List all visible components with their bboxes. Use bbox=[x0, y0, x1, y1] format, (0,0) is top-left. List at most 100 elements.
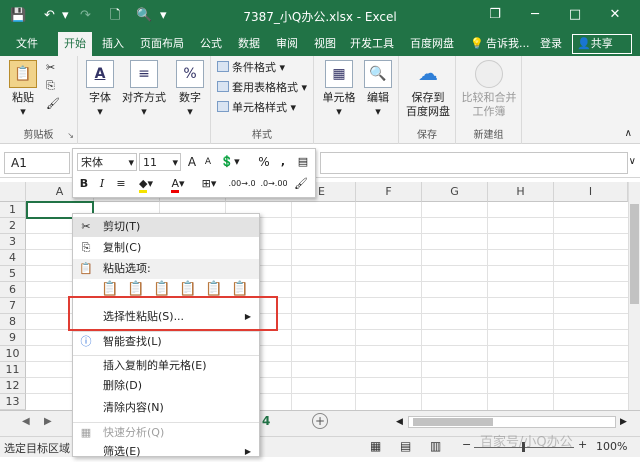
align-center-icon[interactable]: ≡ bbox=[113, 175, 129, 193]
row-header[interactable]: 13 bbox=[0, 394, 26, 410]
cut-icon[interactable]: ✂ bbox=[46, 60, 55, 76]
shrink-font-button[interactable]: A bbox=[201, 153, 215, 171]
tab-data[interactable]: 数据 bbox=[232, 32, 266, 56]
alignment-button[interactable]: ≡ 对齐方式 ▾ bbox=[120, 60, 168, 119]
row-header[interactable]: 7 bbox=[0, 298, 26, 314]
paste-formulas-icon[interactable]: 📋 bbox=[153, 281, 170, 297]
next-sheet-icon[interactable]: ▶ bbox=[44, 416, 52, 427]
row-header[interactable]: 12 bbox=[0, 378, 26, 394]
col-header[interactable]: I bbox=[554, 182, 628, 202]
italic-button[interactable]: I bbox=[95, 175, 109, 193]
font-button[interactable]: A 字体 ▾ bbox=[84, 60, 116, 119]
login-link[interactable]: 登录 bbox=[540, 32, 562, 56]
row-header[interactable]: 4 bbox=[0, 250, 26, 266]
tell-me-input[interactable]: 告诉我... bbox=[486, 32, 530, 56]
grow-font-button[interactable]: A bbox=[185, 153, 199, 171]
maximize-button[interactable]: □ bbox=[562, 5, 588, 25]
decrease-decimal-button[interactable]: .0→.00 bbox=[259, 175, 289, 193]
zoom-out-icon[interactable]: − bbox=[462, 438, 471, 451]
paste-formatting-icon[interactable]: 📋 bbox=[205, 281, 222, 297]
add-sheet-button[interactable]: + bbox=[312, 413, 328, 429]
save-to-netdisk-button[interactable]: ☁ 保存到 百度网盘 bbox=[403, 60, 453, 119]
menu-item-delete[interactable]: 删除(D) bbox=[73, 376, 259, 396]
prev-sheet-icon[interactable]: ◀ bbox=[22, 416, 30, 427]
close-button[interactable]: ✕ bbox=[602, 5, 628, 25]
tab-view[interactable]: 视图 bbox=[308, 32, 342, 56]
increase-decimal-button[interactable]: .00→.0 bbox=[227, 175, 257, 193]
copy-icon[interactable]: ⎘ bbox=[46, 78, 55, 94]
row-header[interactable]: 9 bbox=[0, 330, 26, 346]
paste-transpose-icon[interactable]: 📋 bbox=[179, 281, 196, 297]
ribbon-display-icon[interactable]: ❐ bbox=[482, 5, 508, 25]
zoom-in-icon[interactable]: + bbox=[578, 438, 587, 451]
tab-file[interactable]: 文件 bbox=[10, 32, 44, 56]
row-header[interactable]: 8 bbox=[0, 314, 26, 330]
menu-item-insert-copied[interactable]: 插入复制的单元格(E) bbox=[73, 355, 259, 375]
row-header[interactable]: 11 bbox=[0, 362, 26, 378]
number-button[interactable]: % 数字 ▾ bbox=[174, 60, 206, 119]
paste-icon[interactable]: 📋 bbox=[101, 281, 118, 297]
h-scroll-thumb[interactable] bbox=[413, 418, 493, 426]
format-cells-icon[interactable]: ▤ bbox=[295, 153, 311, 171]
normal-view-icon[interactable]: ▦ bbox=[370, 439, 381, 453]
menu-item-cut[interactable]: ✂ 剪切(T) bbox=[73, 217, 259, 237]
tab-formulas[interactable]: 公式 bbox=[194, 32, 228, 56]
accounting-format-icon[interactable]: 💲▾ bbox=[219, 153, 241, 171]
font-size-combo[interactable]: 11 ▾ bbox=[139, 153, 181, 171]
font-color-button[interactable]: A▾ bbox=[165, 175, 191, 193]
row-header[interactable]: 2 bbox=[0, 218, 26, 234]
expand-formula-icon[interactable]: ∨ bbox=[629, 156, 636, 167]
horizontal-scrollbar[interactable] bbox=[408, 416, 616, 428]
name-box[interactable]: A1 bbox=[4, 152, 70, 174]
paste-link-icon[interactable]: 📋 bbox=[231, 281, 248, 297]
bold-button[interactable]: B bbox=[77, 175, 91, 193]
menu-item-copy[interactable]: ⎘ 复制(C) bbox=[73, 238, 259, 258]
cell-styles-button[interactable]: 单元格样式 ▾ bbox=[217, 100, 296, 116]
tab-insert[interactable]: 插入 bbox=[96, 32, 130, 56]
borders-button[interactable]: ⊞▾ bbox=[197, 175, 221, 193]
dialog-launcher-icon[interactable]: ↘ bbox=[67, 131, 74, 140]
format-painter-icon[interactable]: 🖌 bbox=[46, 96, 60, 112]
col-header[interactable]: F bbox=[356, 182, 422, 202]
share-button[interactable]: 👤共享 bbox=[572, 34, 632, 54]
paste-values-icon[interactable]: 📋 bbox=[127, 281, 144, 297]
paste-button[interactable]: 📋 粘贴 ▾ bbox=[8, 60, 38, 119]
scroll-left-icon[interactable]: ◀ bbox=[396, 417, 403, 427]
minimize-button[interactable]: ─ bbox=[522, 5, 548, 25]
page-break-view-icon[interactable]: ▥ bbox=[430, 439, 441, 453]
vertical-scrollbar[interactable] bbox=[628, 182, 640, 410]
editing-button[interactable]: 🔍 编辑 ▾ bbox=[362, 60, 394, 119]
col-header[interactable]: G bbox=[422, 182, 488, 202]
percent-button[interactable]: % bbox=[257, 153, 271, 171]
row-header[interactable]: 1 bbox=[0, 202, 26, 218]
page-layout-view-icon[interactable]: ▤ bbox=[400, 439, 411, 453]
formula-input[interactable] bbox=[320, 152, 628, 174]
comma-button[interactable]: , bbox=[277, 153, 289, 171]
tab-page-layout[interactable]: 页面布局 bbox=[134, 32, 190, 56]
font-name-combo[interactable]: 宋体 ▾ bbox=[77, 153, 137, 171]
row-header[interactable]: 5 bbox=[0, 266, 26, 282]
tab-home[interactable]: 开始 bbox=[58, 32, 92, 56]
scroll-right-icon[interactable]: ▶ bbox=[620, 417, 627, 427]
tab-developer[interactable]: 开发工具 bbox=[344, 32, 400, 56]
format-as-table-button[interactable]: 套用表格格式 ▾ bbox=[217, 80, 307, 96]
select-all-corner[interactable] bbox=[0, 182, 26, 202]
sheet-tab[interactable]: 4 bbox=[262, 414, 270, 428]
tab-review[interactable]: 审阅 bbox=[270, 32, 304, 56]
menu-item-filter[interactable]: 筛选(E) ▶ bbox=[73, 442, 259, 462]
zoom-level[interactable]: 100% bbox=[596, 440, 627, 453]
cells-button[interactable]: ▦ 单元格 ▾ bbox=[320, 60, 358, 119]
conditional-format-button[interactable]: 条件格式 ▾ bbox=[217, 60, 285, 76]
scroll-thumb[interactable] bbox=[630, 204, 639, 304]
row-header[interactable]: 6 bbox=[0, 282, 26, 298]
format-painter-icon[interactable]: 🖌 bbox=[293, 175, 309, 193]
menu-item-clear-contents[interactable]: 清除内容(N) bbox=[73, 398, 259, 418]
row-header[interactable]: 10 bbox=[0, 346, 26, 362]
collapse-ribbon-icon[interactable]: ∧ bbox=[625, 128, 632, 139]
menu-item-smart-lookup[interactable]: ⓘ 智能查找(L) bbox=[73, 331, 259, 351]
fill-color-button[interactable]: ◆▾ bbox=[133, 175, 159, 193]
tab-baidu-netdisk[interactable]: 百度网盘 bbox=[404, 32, 460, 56]
row-header[interactable]: 3 bbox=[0, 234, 26, 250]
col-header[interactable]: H bbox=[488, 182, 554, 202]
compare-merge-button[interactable]: 比较和合并 工作簿 bbox=[460, 60, 518, 119]
